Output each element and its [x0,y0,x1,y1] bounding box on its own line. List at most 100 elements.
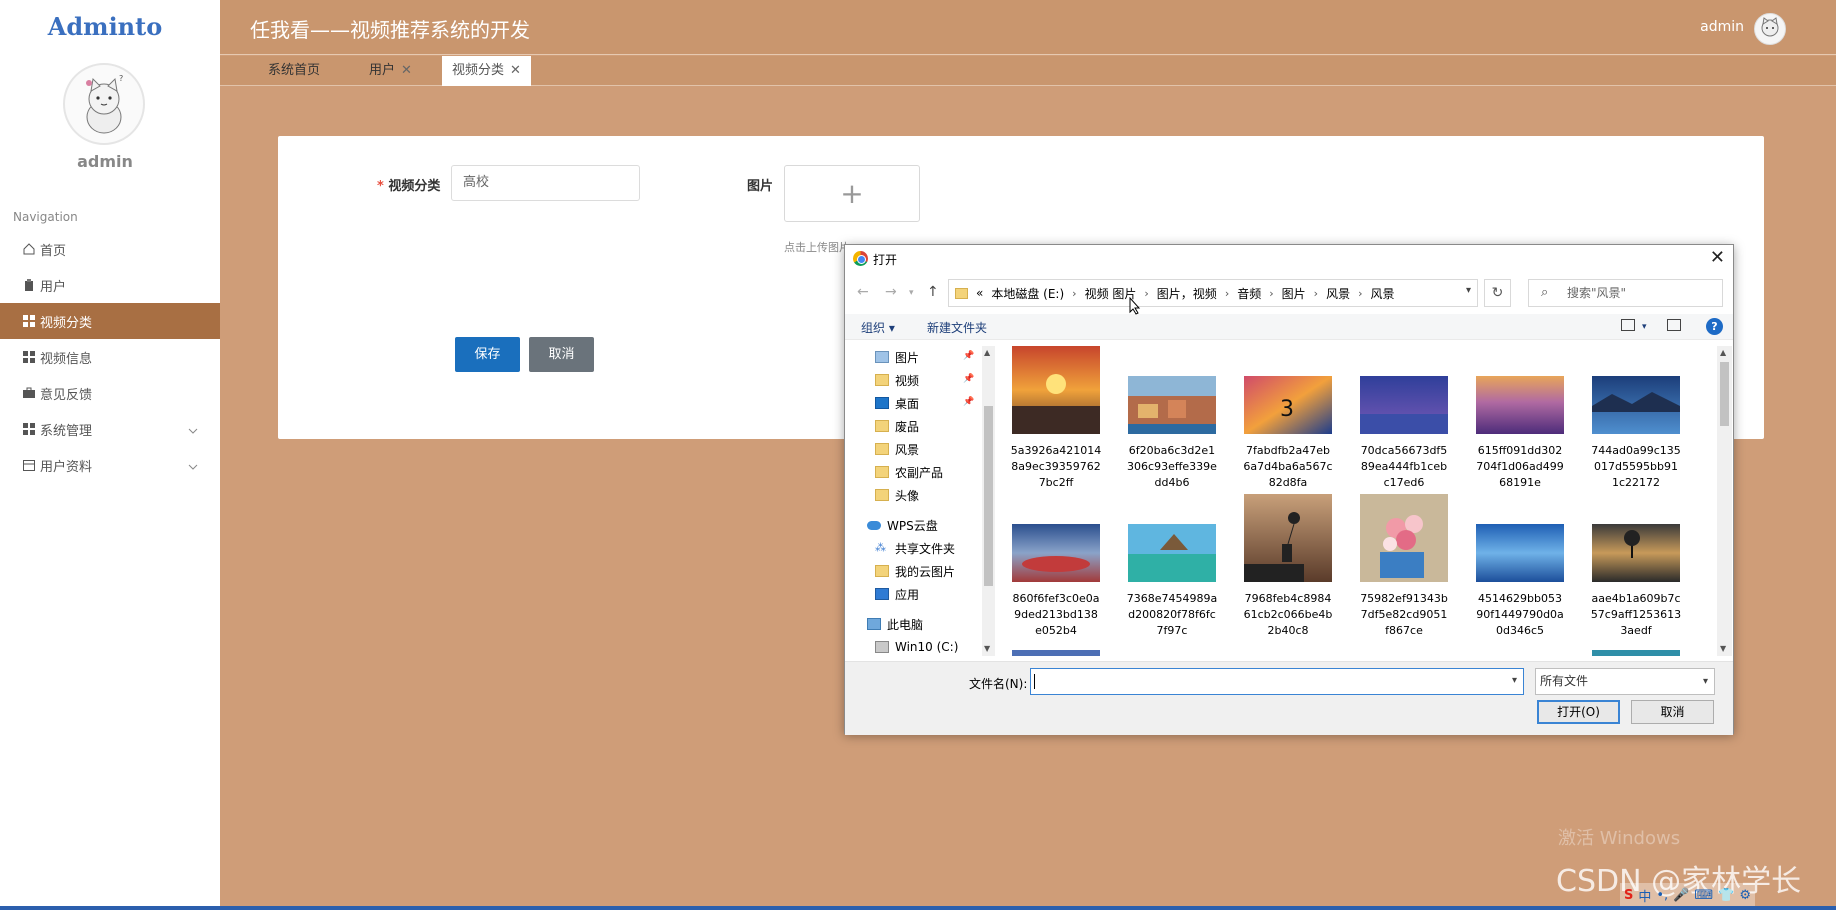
tab-users[interactable]: 用户 ✕ [369,56,412,86]
sidebar-item-users[interactable]: 用户 [0,267,220,303]
scroll-down-icon[interactable]: ▼ [984,644,990,653]
ime-language[interactable]: 中 [1638,886,1651,905]
file-item[interactable]: 6f20ba6c3d2e1 306c93effe339e dd4b6 [1124,376,1220,491]
file-item[interactable]: 7968feb4c8984 61cb2c066be4b 2b40c8 [1240,494,1336,639]
chevron-down-icon[interactable]: ▾ [1512,675,1517,686]
breadcrumb-item[interactable]: 风景 [1370,285,1394,302]
back-arrow-icon[interactable]: ← [857,284,869,300]
file-item[interactable]: 744ad0a99c135 017d5595bb91 1c22172 [1588,376,1684,491]
tab-home[interactable]: 系统首页 [268,56,320,86]
breadcrumb-item[interactable]: 本地磁盘 (E:) [991,285,1064,302]
up-arrow-icon[interactable]: ↑ [927,284,939,300]
pictures-folder-icon [875,351,889,363]
chevron-right-icon[interactable]: › [1144,287,1148,300]
breadcrumb-item[interactable]: 图片 [1282,285,1306,302]
file-item[interactable]: 7368e7454989a d200820f78f6fc 7f97c [1124,524,1220,639]
file-item[interactable]: 70dca56673df5 89ea444fb1ceb c17ed6 [1356,376,1452,491]
tree-item-pictures[interactable]: 图片 [875,346,919,368]
sidebar-item-profile[interactable]: 用户资料 [0,447,220,483]
new-folder-button[interactable]: 新建文件夹 [927,319,987,336]
tree-item-folder[interactable]: 头像 [875,484,919,506]
breadcrumb-item[interactable]: 图片，视频 [1157,285,1217,302]
file-item[interactable]: 615ff091dd302 704f1d06ad499 68191e [1472,376,1568,491]
chevron-right-icon[interactable]: › [1269,287,1273,300]
scroll-thumb[interactable] [984,406,993,586]
tree-item-wps-cloud[interactable]: WPS云盘 [867,514,938,536]
chevron-right-icon[interactable]: › [1358,287,1362,300]
chevron-right-icon[interactable]: › [1225,287,1229,300]
cancel-button[interactable]: 取消 [529,337,594,372]
chevron-right-icon[interactable]: › [1314,287,1318,300]
breadcrumb-item[interactable]: 音频 [1237,285,1261,302]
mic-icon[interactable]: 🎤 [1673,888,1689,903]
address-bar[interactable]: « 本地磁盘 (E:) › 视频 图片 › 图片，视频 › 音频 › 图片 › 风景 › 风… [948,279,1478,307]
chevron-down-icon [188,459,198,474]
ime-toolbar[interactable]: S 中 •, 🎤 ⌨ 👕 ⚙ [1620,883,1755,907]
help-icon[interactable]: ? [1706,318,1723,335]
app-logo[interactable]: Adminto [0,12,210,41]
scroll-thumb[interactable] [1720,362,1729,426]
sidebar-item-video-category[interactable]: 视频分类 [0,303,220,339]
tree-scrollbar[interactable]: ▲ ▼ [982,346,995,656]
filename-input[interactable]: ▾ [1030,668,1524,695]
tree-item-drive-c[interactable]: Win10 (C:) [875,636,958,656]
sidebar-item-video-info[interactable]: 视频信息 [0,339,220,375]
sidebar-item-feedback[interactable]: 意见反馈 [0,375,220,411]
scroll-up-icon[interactable]: ▲ [1720,348,1726,357]
close-icon[interactable]: ✕ [401,63,412,78]
tree-item-folder[interactable]: 废品 [875,415,919,437]
refresh-button[interactable]: ↻ [1484,279,1511,307]
search-input[interactable]: ⌕ 搜索"风景" [1528,279,1723,307]
tree-item-videos[interactable]: 视频 [875,369,919,391]
save-button[interactable]: 保存 [455,337,520,372]
breadcrumb-item[interactable]: 风景 [1326,285,1350,302]
chevron-right-icon[interactable]: › [1072,287,1076,300]
file-item[interactable]: aae4b1a609b7c 57c9aff1253613 3aedf [1588,524,1684,639]
dialog-cancel-button[interactable]: 取消 [1631,700,1714,724]
file-item[interactable]: 3 7fabdfb2a47eb 6a7d4ba6a567c 82d8fa [1240,376,1336,491]
sogou-logo-icon[interactable]: S [1624,888,1633,903]
close-icon[interactable]: ✕ [1710,247,1725,268]
avatar[interactable]: ? [63,63,145,145]
tree-item-this-pc[interactable]: 此电脑 [867,613,923,635]
scroll-up-icon[interactable]: ▲ [984,348,990,357]
chevron-down-icon[interactable]: ▾ [1642,322,1647,332]
chrome-icon [853,251,868,266]
sidebar-item-home[interactable]: 首页 [0,231,220,267]
category-input[interactable]: 高校 [451,165,640,201]
view-mode-icon[interactable] [1621,319,1635,331]
open-button[interactable]: 打开(O) [1537,700,1620,724]
file-item[interactable]: 860f6fef3c0e0a 9ded213bd138 e052b4 [1008,524,1104,639]
skin-icon[interactable]: 👕 [1718,888,1734,903]
file-item[interactable]: 75982ef91343b 7df5e82cd9051 f867ce [1356,494,1452,639]
chevron-down-icon[interactable]: ▾ [1466,285,1471,296]
organize-menu[interactable]: 组织 ▾ [861,319,895,336]
tree-item-apps[interactable]: 应用 [875,583,919,605]
tree-item-desktop[interactable]: 桌面 [875,392,919,414]
forward-arrow-icon[interactable]: → [885,284,897,300]
tree-item-folder[interactable]: 风景 [875,438,919,460]
file-item[interactable]: 4514629bb053 90f1449790d0a 0d346c5 [1472,524,1568,639]
breadcrumb-overflow[interactable]: « [976,286,983,300]
file-name: dd4b6 [1154,476,1190,489]
preview-pane-icon[interactable] [1667,319,1681,331]
tools-icon[interactable]: ⚙ [1739,888,1751,903]
image-upload[interactable]: + [784,165,920,222]
tree-item-folder[interactable]: 农副产品 [875,461,943,483]
close-icon[interactable]: ✕ [510,63,521,78]
tab-video-category[interactable]: 视频分类 ✕ [442,56,531,86]
file-grid-scrollbar[interactable]: ▲ ▼ [1717,346,1732,656]
scroll-down-icon[interactable]: ▼ [1720,644,1726,653]
tree-item-shared[interactable]: ⁂ 共享文件夹 [875,537,955,559]
tree-item-label: 头像 [895,488,920,503]
tree-item-cloud-pictures[interactable]: 我的云图片 [875,560,955,582]
keyboard-icon[interactable]: ⌨ [1694,888,1713,903]
sidebar-item-system[interactable]: 系统管理 [0,411,220,447]
header-avatar[interactable] [1754,13,1786,45]
search-placeholder: 搜索"风景" [1567,286,1627,300]
filetype-select[interactable]: 所有文件 ▾ [1535,668,1715,695]
header-username[interactable]: admin [1700,19,1744,35]
punctuation-icon[interactable]: •, [1656,888,1668,903]
recent-dropdown-icon[interactable]: ▾ [909,288,914,298]
file-item[interactable]: 5a3926a421014 8a9ec39359762 7bc2ff [1008,346,1104,491]
